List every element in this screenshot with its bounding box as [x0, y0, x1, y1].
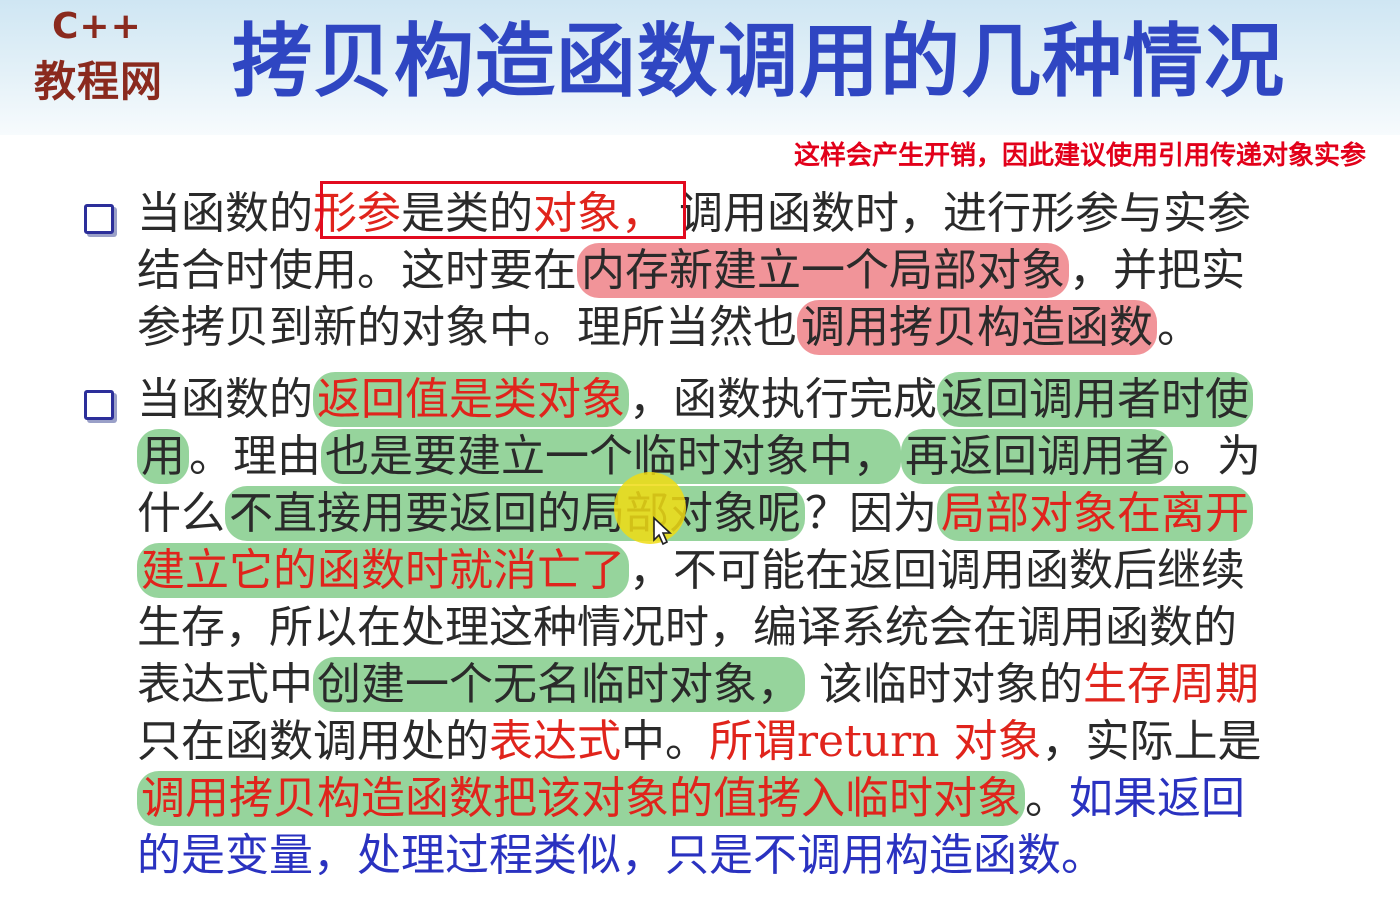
- text-run: 。: [1025, 773, 1069, 824]
- text-run: ，不可能在返回调用函数后继续: [629, 545, 1245, 596]
- highlight-green: 创建一个无名临时对象，: [313, 657, 805, 712]
- text-run: 表达式中: [137, 659, 313, 710]
- emphasis-return-object: 所谓return 对象: [709, 716, 1042, 767]
- text-run: 当函数的: [137, 374, 313, 425]
- highlight-green: 局部对象在离开: [937, 486, 1253, 541]
- highlight-green: 返回值是类对象: [313, 372, 629, 427]
- red-box-annotation: [320, 181, 686, 239]
- text-run: 什么: [137, 488, 225, 539]
- text-run: ？因为: [805, 488, 937, 539]
- text-line: 表达式中创建一个无名临时对象， 该临时对象的生存周期: [137, 656, 1337, 713]
- text-line: 当函数的形参是类的对象， 调用函数时，进行形参与实参: [137, 185, 1337, 242]
- text-run: 生存，所以在处理这种情况时，编译系统会在调用函数的: [137, 602, 1237, 653]
- text-line: 的是变量，处理过程类似，只是不调用构造函数。: [137, 827, 1337, 884]
- text-run: 。: [1157, 302, 1201, 353]
- emphasis-blue: 如果返回: [1069, 773, 1245, 824]
- mouse-pointer-icon: [653, 516, 673, 546]
- site-logo: C++ 教程网: [22, 6, 187, 106]
- text-line: 生存，所以在处理这种情况时，编译系统会在调用函数的: [137, 599, 1337, 656]
- text-run: 中。: [621, 716, 709, 767]
- bullet-paragraph-2: 当函数的返回值是类对象，函数执行完成返回调用者时使 用。理由也是要建立一个临时对…: [137, 371, 1337, 884]
- highlight-green: 调用拷贝构造函数把该对象的值拷入临时对象: [137, 771, 1025, 826]
- text-line: 当函数的返回值是类对象，函数执行完成返回调用者时使: [137, 371, 1337, 428]
- text-run: ，并把实: [1069, 245, 1245, 296]
- text-run: ，函数执行完成: [629, 374, 937, 425]
- text-run: 调用函数时，进行形参与实参: [665, 188, 1251, 239]
- checkbox-icon: [84, 390, 114, 420]
- annotation-note: 这样会产生开销，因此建议使用引用传递对象实参: [793, 141, 1366, 171]
- text-run: 。理由: [189, 431, 321, 482]
- page-title: 拷贝构造函数调用的几种情况: [232, 15, 1285, 108]
- text-line: 用。理由也是要建立一个临时对象中， 再返回调用者。为: [137, 428, 1337, 485]
- text-run: 该临时对象的: [805, 659, 1083, 710]
- text-line: 建立它的函数时就消亡了，不可能在返回调用函数后继续: [137, 542, 1337, 599]
- highlight-green: 也是要建立一个临时对象中，: [321, 429, 901, 484]
- cursor-highlight: [614, 472, 686, 544]
- text-run: 当函数的: [137, 188, 313, 239]
- highlight-green: 建立它的函数时就消亡了: [137, 543, 629, 598]
- highlight-green: 返回调用者时使: [937, 372, 1253, 427]
- text-run: 。为: [1173, 431, 1261, 482]
- checkbox-icon: [84, 204, 114, 234]
- text-line: 什么不直接用要返回的局部对象呢？因为局部对象在离开: [137, 485, 1337, 542]
- highlight-red: 内存新建立一个局部对象: [577, 243, 1069, 298]
- text-run: 的是变量，处理过程类似，只是不调用构造函数。: [137, 830, 1105, 881]
- text-line: 结合时使用。这时要在内存新建立一个局部对象，并把实: [137, 242, 1337, 299]
- highlight-green: 用: [137, 429, 189, 484]
- bullet-paragraph-1: 当函数的形参是类的对象， 调用函数时，进行形参与实参 结合时使用。这时要在内存新…: [137, 185, 1337, 356]
- logo-site-name: 教程网: [34, 57, 164, 106]
- text-line: 只在函数调用处的表达式中。所谓return 对象，实际上是: [137, 713, 1337, 770]
- text-line: 参拷贝到新的对象中。理所当然也调用拷贝构造函数。: [137, 299, 1337, 356]
- text-run: 只在函数调用处的: [137, 716, 489, 767]
- emphasis-lifetime: 生存周期: [1083, 659, 1259, 710]
- text-run: 结合时使用。这时要在: [137, 245, 577, 296]
- text-run: ，实际上是: [1041, 716, 1262, 767]
- highlight-green: 不直接用要返回的局部对象呢: [225, 486, 805, 541]
- text-line: 调用拷贝构造函数把该对象的值拷入临时对象。如果返回: [137, 770, 1337, 827]
- highlight-green: 再返回调用者: [901, 429, 1173, 484]
- text-run: 参拷贝到新的对象中。理所当然也: [137, 302, 797, 353]
- logo-cpp-text: C++: [52, 6, 142, 47]
- highlight-red: 调用拷贝构造函数: [797, 300, 1157, 355]
- emphasis-expression: 表达式: [489, 716, 621, 767]
